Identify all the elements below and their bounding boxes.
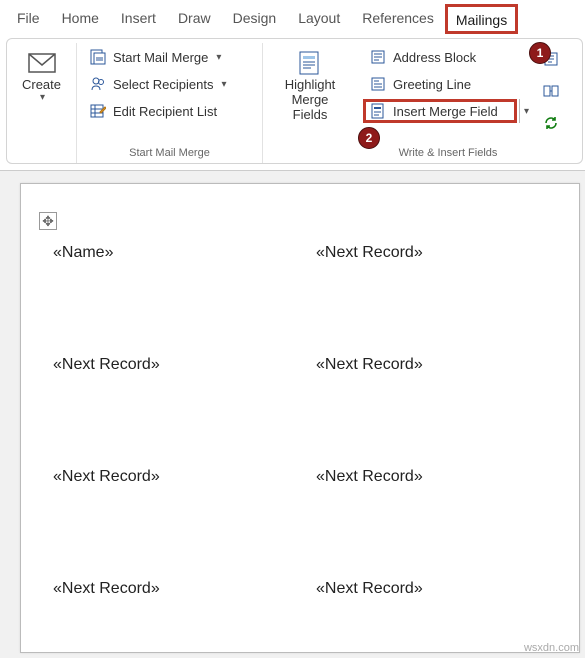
insert-merge-field-icon	[369, 102, 387, 120]
edit-recipient-list-button[interactable]: Edit Recipient List	[83, 99, 256, 123]
chevron-down-icon: ▾	[221, 79, 226, 90]
highlight-merge-fields-button[interactable]: Highlight Merge Fields	[269, 43, 351, 122]
tab-references[interactable]: References	[351, 2, 445, 34]
start-mail-merge-label: Start Mail Merge	[113, 50, 208, 65]
chevron-down-icon: ▾	[524, 106, 529, 117]
greeting-line-label: Greeting Line	[393, 77, 471, 92]
tab-mailings[interactable]: Mailings	[445, 4, 518, 34]
recipients-icon	[89, 75, 107, 93]
chevron-down-icon: ▾	[40, 92, 45, 103]
ribbon-tab-bar: File Home Insert Draw Design Layout Refe…	[0, 0, 585, 36]
group-start-mail-merge: Start Mail Merge ▾ Select Recipients ▾ E…	[77, 43, 263, 163]
highlight-merge-label1: Highlight	[285, 77, 336, 92]
start-mail-merge-button[interactable]: Start Mail Merge ▾	[83, 45, 256, 69]
edit-recipient-list-label: Edit Recipient List	[113, 104, 217, 119]
address-block-icon	[369, 48, 387, 66]
envelope-icon	[27, 51, 57, 75]
update-labels-icon[interactable]	[541, 113, 561, 133]
greeting-line-icon	[369, 75, 387, 93]
group-spacer	[269, 144, 351, 163]
group-write-insert-fields: Address Block Greeting Line Insert Merge…	[357, 43, 539, 163]
select-recipients-button[interactable]: Select Recipients ▾	[83, 72, 256, 96]
tab-draw[interactable]: Draw	[167, 2, 222, 34]
document-page[interactable]: ✥ «Name» «Next Record» «Next Record» «Ne…	[20, 183, 580, 653]
group-label-write-insert: Write & Insert Fields	[363, 144, 533, 163]
tab-home[interactable]: Home	[51, 2, 110, 34]
merge-field[interactable]: «Next Record»	[316, 244, 579, 262]
tab-file[interactable]: File	[6, 2, 51, 34]
merge-field[interactable]: «Next Record»	[53, 468, 316, 486]
merge-field[interactable]: «Next Record»	[316, 356, 579, 374]
tab-layout[interactable]: Layout	[287, 2, 351, 34]
insert-merge-field-dropdown[interactable]: ▾	[519, 99, 533, 123]
tab-design[interactable]: Design	[222, 2, 288, 34]
tab-mailings-label: Mailings	[456, 12, 507, 28]
address-block-label: Address Block	[393, 50, 476, 65]
group-highlight-merge-fields: Highlight Merge Fields	[263, 43, 357, 163]
chevron-down-icon: ▾	[216, 52, 221, 63]
insert-merge-field-button[interactable]: Insert Merge Field	[363, 99, 517, 123]
labels-grid: «Name» «Next Record» «Next Record» «Next…	[21, 208, 579, 598]
merge-field[interactable]: «Next Record»	[316, 468, 579, 486]
group-create: Create ▾	[7, 43, 77, 163]
merge-field[interactable]: «Name»	[53, 244, 316, 262]
watermark: wsxdn.com	[524, 642, 579, 654]
insert-merge-field-label: Insert Merge Field	[393, 104, 498, 119]
group-label-create	[13, 144, 70, 163]
merge-field[interactable]: «Next Record»	[53, 356, 316, 374]
table-move-handle-icon[interactable]: ✥	[39, 212, 57, 230]
document-area: ✥ «Name» «Next Record» «Next Record» «Ne…	[0, 170, 585, 658]
callout-badge-2: 2	[358, 127, 380, 149]
match-fields-icon[interactable]	[541, 81, 561, 101]
create-label: Create	[22, 77, 61, 92]
create-button[interactable]: Create ▾	[14, 43, 69, 103]
address-block-button[interactable]: Address Block	[363, 45, 533, 69]
ribbon: Create ▾ Start Mail Merge ▾	[6, 38, 583, 164]
group-label-start-mail-merge: Start Mail Merge	[83, 144, 256, 163]
greeting-line-button[interactable]: Greeting Line	[363, 72, 533, 96]
callout-badge-1: 1	[529, 42, 551, 64]
tab-insert[interactable]: Insert	[110, 2, 167, 34]
merge-field[interactable]: «Next Record»	[53, 580, 316, 598]
highlight-fields-icon	[295, 51, 325, 75]
select-recipients-label: Select Recipients	[113, 77, 213, 92]
highlight-merge-label2: Merge Fields	[277, 92, 343, 122]
mail-merge-icon	[89, 48, 107, 66]
edit-list-icon	[89, 102, 107, 120]
merge-field[interactable]: «Next Record»	[316, 580, 579, 598]
